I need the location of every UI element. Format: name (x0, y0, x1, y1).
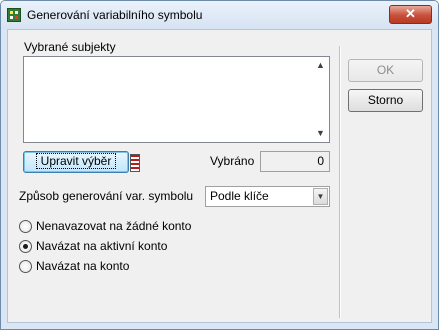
edit-selection-button[interactable]: Upravit výběr (23, 151, 129, 173)
dialog-window: Generování variabilního symbolu ✕ Vybran… (0, 0, 439, 330)
window-title: Generování variabilního symbolu (27, 8, 203, 22)
generation-method-select[interactable]: Podle klíče ▼ (205, 186, 330, 207)
radio-label: Navázat na konto (36, 259, 130, 273)
ok-button[interactable]: OK (348, 59, 423, 82)
vertical-divider (339, 46, 341, 318)
generation-method-value: Podle klíče (210, 189, 269, 203)
filter-icon[interactable] (130, 154, 140, 172)
close-button[interactable]: ✕ (389, 5, 432, 24)
dialog-content: Vybrané subjekty ▲ ▼ Upravit výběr Vybrá… (7, 29, 432, 323)
app-icon (7, 8, 21, 22)
chevron-down-icon[interactable]: ▼ (313, 188, 328, 205)
radio-button[interactable] (19, 260, 32, 273)
selected-subjects-label: Vybrané subjekty (24, 40, 116, 54)
radio-label: Nenavazovat na žádné konto (36, 219, 192, 233)
radio-button[interactable] (19, 240, 32, 253)
selected-count-label: Vybráno (210, 154, 255, 168)
selected-count-field: 0 (260, 151, 330, 172)
radio-button[interactable] (19, 220, 32, 233)
scroll-down-arrow-icon[interactable]: ▼ (314, 127, 327, 140)
radio-label: Navázat na aktivní konto (36, 239, 168, 253)
generation-method-label: Způsob generování var. symbolu (19, 189, 194, 203)
title-bar[interactable]: Generování variabilního symbolu ✕ (1, 1, 438, 29)
scroll-up-arrow-icon[interactable]: ▲ (314, 59, 327, 72)
selected-subjects-list[interactable]: ▲ ▼ (23, 56, 330, 143)
edit-selection-label: Upravit výběr (35, 153, 117, 169)
cancel-button[interactable]: Storno (348, 89, 423, 112)
